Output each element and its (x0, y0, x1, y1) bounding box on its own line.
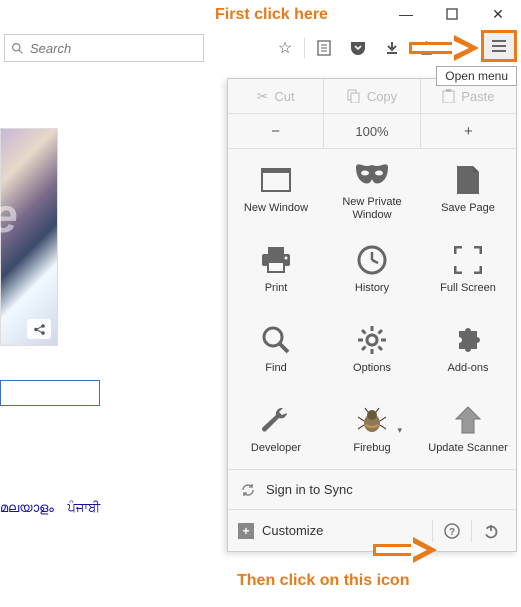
mask-icon (354, 156, 390, 192)
annotation-arrow-1 (409, 32, 479, 64)
help-button[interactable]: ? (437, 523, 467, 539)
customize-button[interactable]: + Customize (238, 523, 323, 539)
menu-grid: New Window New Private Window Save Page … (228, 149, 516, 469)
dropdown-caret-icon: ▾ (397, 425, 402, 436)
find-label: Find (265, 362, 286, 375)
hamburger-icon (492, 40, 506, 52)
clock-icon (357, 242, 387, 278)
find-button[interactable]: Find (228, 309, 324, 389)
cut-button[interactable]: ✂ Cut (228, 79, 324, 113)
options-label: Options (353, 362, 391, 375)
menu-tooltip: Open menu (436, 66, 517, 86)
window-controls: — ✕ (383, 0, 521, 28)
firebug-button[interactable]: ▾ Firebug (324, 389, 420, 469)
svg-text:?: ? (449, 527, 455, 538)
menu-button[interactable] (484, 33, 514, 59)
share-icon[interactable] (27, 319, 51, 339)
focused-input[interactable] (0, 380, 100, 406)
puzzle-icon (453, 322, 483, 358)
copy-icon (347, 89, 361, 103)
developer-label: Developer (251, 442, 301, 455)
language-links: മലയാളം ਪੰਜਾਬੀ (0, 500, 110, 516)
history-label: History (355, 282, 389, 295)
lang-link-pa[interactable]: ਪੰਜਾਬੀ (68, 500, 101, 515)
developer-button[interactable]: Developer (228, 389, 324, 469)
gear-icon (357, 322, 387, 358)
page-icon (456, 162, 480, 198)
window-icon (260, 162, 292, 198)
new-private-label: New Private Window (328, 196, 416, 222)
new-window-label: New Window (244, 202, 308, 215)
bookmark-star-button[interactable]: ☆ (268, 34, 302, 62)
copy-label: Copy (367, 89, 397, 104)
save-page-button[interactable]: Save Page (420, 149, 516, 229)
firebug-icon (356, 402, 388, 438)
paste-label: Paste (461, 89, 494, 104)
search-input[interactable] (30, 41, 197, 56)
pocket-button[interactable] (341, 34, 375, 62)
save-page-label: Save Page (441, 202, 495, 215)
print-label: Print (265, 282, 288, 295)
doodle-image[interactable]: e (0, 128, 58, 346)
zoom-out-button[interactable]: − (228, 114, 324, 148)
zoom-in-button[interactable]: + (421, 114, 516, 148)
copy-button[interactable]: Copy (324, 79, 420, 113)
new-window-button[interactable]: New Window (228, 149, 324, 229)
customize-label: Customize (262, 523, 323, 538)
plus-icon: + (238, 523, 254, 539)
reader-button[interactable] (307, 34, 341, 62)
printer-icon (260, 242, 292, 278)
full-screen-button[interactable]: Full Screen (420, 229, 516, 309)
page-content: e (0, 128, 60, 346)
search-box[interactable] (4, 34, 204, 62)
new-private-window-button[interactable]: New Private Window (324, 149, 420, 229)
addons-label: Add-ons (448, 362, 489, 375)
downloads-button[interactable] (375, 34, 409, 62)
sync-icon (240, 482, 256, 498)
close-button[interactable]: ✕ (475, 0, 521, 28)
addons-button[interactable]: Add-ons (420, 309, 516, 389)
maximize-button[interactable] (429, 0, 475, 28)
full-screen-label: Full Screen (440, 282, 496, 295)
annotation-text-2: Then click on this icon (237, 572, 409, 590)
annotation-arrow-2 (373, 535, 437, 565)
sync-label: Sign in to Sync (266, 482, 353, 497)
up-arrow-icon (454, 402, 482, 438)
minimize-button[interactable]: — (383, 0, 429, 28)
print-button[interactable]: Print (228, 229, 324, 309)
history-button[interactable]: History (324, 229, 420, 309)
quit-button[interactable] (476, 523, 506, 539)
fullscreen-icon (454, 242, 482, 278)
update-scanner-button[interactable]: Update Scanner (420, 389, 516, 469)
options-button[interactable]: Options (324, 309, 420, 389)
zoom-row: − 100% + (228, 114, 516, 149)
sync-button[interactable]: Sign in to Sync (228, 469, 516, 509)
menu-button-highlight (481, 30, 517, 62)
cut-label: Cut (274, 89, 294, 104)
update-scanner-label: Update Scanner (428, 442, 508, 455)
lang-link-ml[interactable]: മലയാളം (0, 500, 54, 515)
firebug-label: Firebug (353, 442, 390, 455)
zoom-level[interactable]: 100% (324, 114, 420, 148)
annotation-text-1: First click here (215, 6, 328, 24)
wrench-icon (260, 402, 292, 438)
paste-icon (442, 89, 455, 103)
scissors-icon: ✂ (257, 88, 269, 105)
menu-footer: + Customize ? (228, 509, 516, 551)
menu-panel: ✂ Cut Copy Paste − 100% + New Window New … (227, 78, 517, 552)
magnifier-icon (261, 322, 291, 358)
search-icon (11, 42, 24, 55)
